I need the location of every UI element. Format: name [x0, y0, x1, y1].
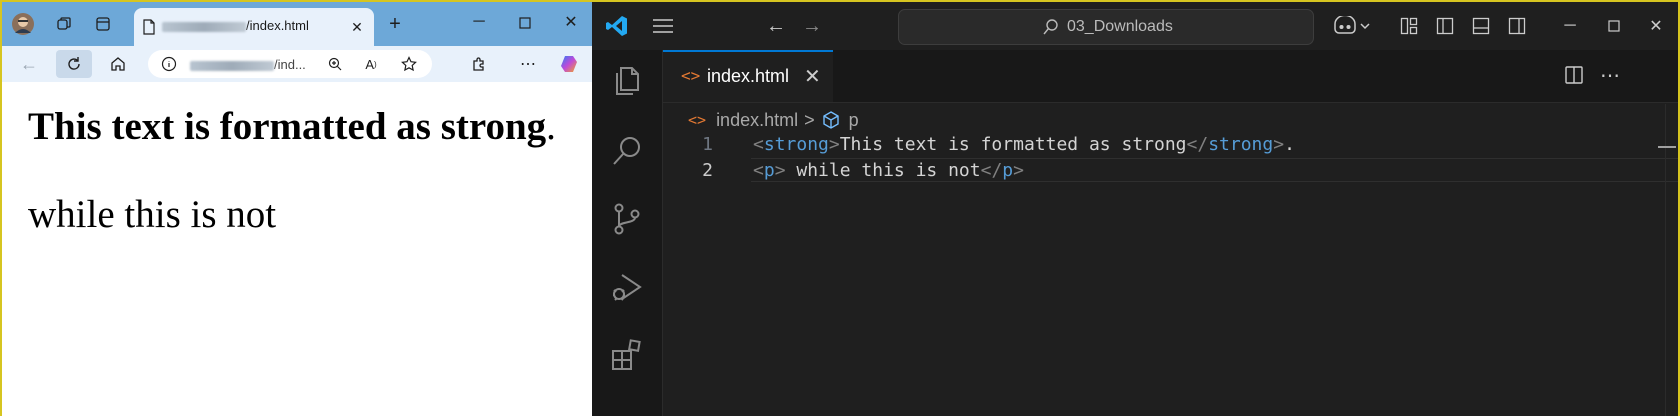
site-info-icon[interactable] — [158, 53, 180, 75]
search-icon — [1041, 17, 1061, 37]
breadcrumb-file[interactable]: index.html — [716, 110, 798, 131]
tag-name-token: strong — [763, 134, 829, 155]
tag-bracket-token: < — [753, 160, 764, 181]
code-line: <strong>This text is formatted as strong… — [753, 134, 1295, 155]
source-control-icon[interactable] — [608, 200, 646, 238]
search-text: 03_Downloads — [1067, 18, 1173, 35]
extensions-icon[interactable] — [468, 53, 490, 75]
tag-bracket-token: > — [1273, 134, 1285, 155]
browser-tab[interactable]: /index.html ✕ — [134, 8, 374, 46]
address-bar[interactable]: /ind... A) — [148, 50, 432, 78]
home-icon[interactable] — [107, 53, 129, 75]
more-icon[interactable]: ⋯ — [517, 53, 539, 75]
close-tab-icon[interactable]: ✕ — [346, 16, 368, 38]
toggle-secondary-sidebar-icon[interactable] — [1506, 15, 1528, 37]
text-token: . — [1284, 134, 1295, 155]
tag-name-token: p — [1002, 160, 1014, 181]
new-tab-icon[interactable]: + — [384, 13, 406, 35]
maximize-icon[interactable] — [514, 12, 536, 34]
search-sidebar-icon[interactable] — [608, 132, 646, 170]
breadcrumb-separator: > — [804, 109, 815, 130]
back-icon[interactable]: ← — [18, 53, 40, 75]
editor-tabbar: <> index.html ✕ ⋯ — [663, 50, 1678, 103]
tag-name-token: p — [763, 160, 775, 181]
tag-bracket-token: > — [828, 134, 840, 155]
tag-bracket-token: </ — [980, 160, 1003, 181]
symbol-element-icon — [821, 110, 841, 130]
extensions-icon[interactable] — [608, 336, 646, 374]
blurred-path — [162, 21, 246, 32]
vscode-titlebar: ← → 03_Downloads ─ ✕ — [592, 2, 1678, 50]
plain-paragraph: while this is not — [28, 193, 277, 236]
browser-toolbar: ← /ind... A) ⋯ — [2, 46, 592, 82]
tag-bracket-token: </ — [1186, 134, 1209, 155]
overview-ruler-marker — [1658, 146, 1676, 148]
close-tab-icon[interactable]: ✕ — [804, 64, 821, 89]
maximize-icon[interactable] — [1602, 14, 1626, 38]
code-editor[interactable]: 1 2 <strong>This text is formatted as st… — [663, 134, 1678, 416]
tag-name-token: strong — [1208, 134, 1274, 155]
text-token: while this is not — [785, 160, 981, 181]
forward-arrow-icon[interactable]: → — [800, 14, 824, 38]
menu-icon[interactable] — [650, 14, 676, 38]
vscode-logo-icon — [604, 13, 630, 39]
url-visible: /ind... — [274, 57, 306, 72]
read-aloud-icon[interactable]: A) — [360, 53, 382, 75]
vscode-window: ← → 03_Downloads ─ ✕ <> index.html ✕ ⋯ <… — [592, 2, 1678, 416]
workspaces-icon[interactable] — [53, 13, 75, 35]
breadcrumb-html-icon: <> — [688, 111, 707, 129]
html-file-icon: <> — [681, 66, 701, 85]
page-content: This text is formatted as strong. while … — [4, 82, 590, 416]
tag-bracket-token: > — [1013, 160, 1024, 181]
toggle-panel-icon[interactable] — [1470, 15, 1492, 37]
copilot-icon[interactable] — [559, 52, 583, 76]
url-text: /ind... — [190, 57, 306, 72]
copilot-menu-icon[interactable] — [1330, 14, 1374, 38]
profile-avatar[interactable] — [12, 13, 34, 35]
code-line: <p> while this is not</p> — [753, 160, 1024, 181]
blurred-url — [190, 60, 274, 71]
customize-layout-icon[interactable] — [1398, 15, 1420, 37]
split-editor-icon[interactable] — [1561, 62, 1587, 88]
back-arrow-icon[interactable]: ← — [764, 14, 788, 38]
page-icon — [138, 16, 160, 38]
tab-title-text: /index.html — [246, 18, 309, 33]
zoom-icon[interactable] — [324, 53, 346, 75]
browser-titlebar: /index.html ✕ + ─ ✕ — [2, 2, 592, 46]
close-window-icon[interactable]: ✕ — [560, 11, 582, 33]
tab-actions-icon[interactable] — [92, 13, 114, 35]
breadcrumb: <> index.html > p — [688, 108, 859, 132]
activity-bar — [592, 50, 663, 416]
trailing-period: . — [546, 105, 556, 148]
editor-tab-index-html[interactable]: <> index.html ✕ — [663, 50, 833, 102]
line-number: 1 — [702, 134, 713, 155]
tag-bracket-token: < — [753, 134, 764, 155]
more-actions-icon[interactable]: ⋯ — [1597, 62, 1623, 88]
favorite-star-icon[interactable] — [398, 53, 420, 75]
breadcrumb-symbol[interactable]: p — [849, 110, 859, 131]
overview-ruler — [1665, 104, 1666, 416]
line-number: 2 — [702, 160, 713, 181]
toggle-primary-sidebar-icon[interactable] — [1434, 15, 1456, 37]
tag-bracket-token: > — [774, 160, 786, 181]
minimize-icon[interactable]: ─ — [1558, 14, 1582, 38]
run-debug-icon[interactable] — [608, 268, 646, 306]
tab-title: /index.html — [162, 18, 309, 33]
browser-window: /index.html ✕ + ─ ✕ ← /ind... A) ⋯ This … — [2, 2, 592, 416]
refresh-icon[interactable] — [56, 50, 92, 78]
explorer-icon[interactable] — [608, 62, 646, 100]
minimize-icon[interactable]: ─ — [468, 11, 490, 33]
strong-text: This text is formatted as strong — [28, 105, 547, 148]
close-window-icon[interactable]: ✕ — [1644, 14, 1668, 38]
editor-tab-label: index.html — [707, 66, 790, 86]
strong-paragraph: This text is formatted as strong. — [28, 104, 556, 149]
text-token: This text is formatted as strong — [839, 134, 1187, 155]
command-center-search[interactable]: 03_Downloads — [898, 9, 1314, 45]
